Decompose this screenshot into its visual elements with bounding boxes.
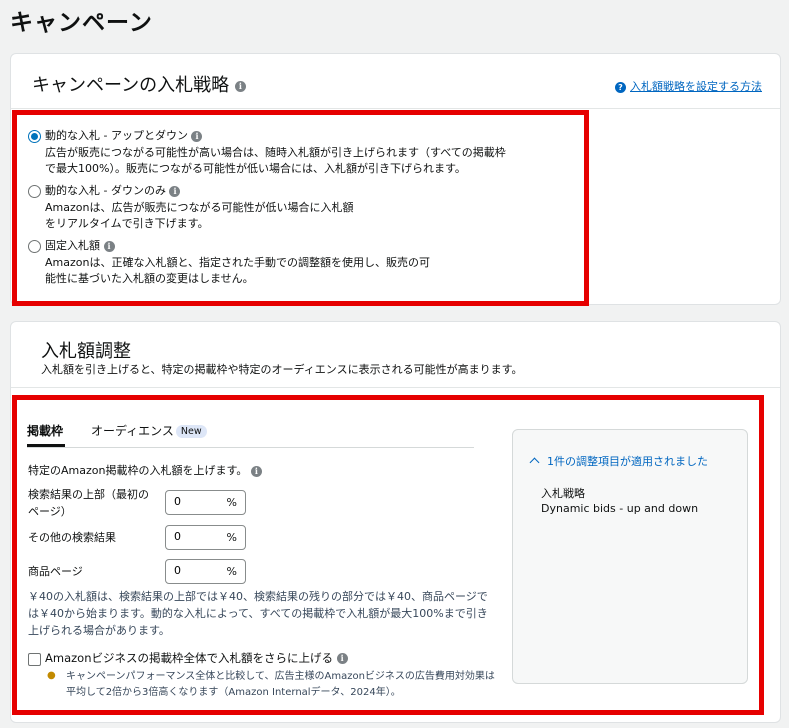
- bid-strategy-title-wrap: キャンペーンの入札戦略 i: [32, 71, 246, 97]
- help-icon: ?: [615, 81, 626, 93]
- bid-strategy-title: キャンペーンの入札戦略: [32, 75, 230, 96]
- info-icon[interactable]: i: [234, 80, 246, 92]
- page-title: キャンペーン: [10, 10, 153, 36]
- card-divider: [11, 108, 780, 109]
- highlight-box: [12, 110, 589, 306]
- bid-adjustment-subtitle: 入札額を引き上げると、特定の掲載枠や特定のオーディエンスに表示される可能性が高ま…: [41, 363, 523, 376]
- bid-adjustment-title: 入札額調整: [41, 341, 131, 362]
- bid-strategy-help-link[interactable]: ? 入札額戦略を設定する方法: [615, 78, 762, 94]
- highlight-box: [12, 395, 764, 715]
- help-link-text: 入札額戦略を設定する方法: [630, 80, 762, 93]
- card-divider: [11, 387, 780, 388]
